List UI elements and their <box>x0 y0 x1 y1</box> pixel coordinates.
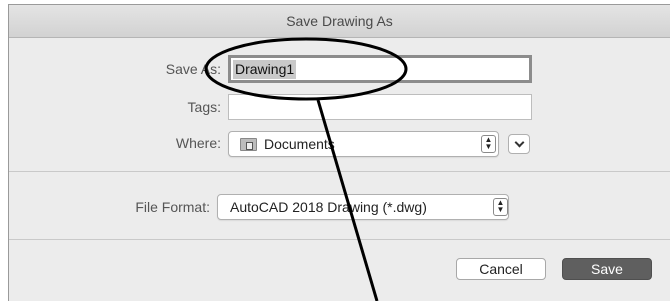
callout-ellipse <box>204 37 408 101</box>
callout-leader-line <box>316 99 379 301</box>
callout-annotation <box>204 37 408 301</box>
